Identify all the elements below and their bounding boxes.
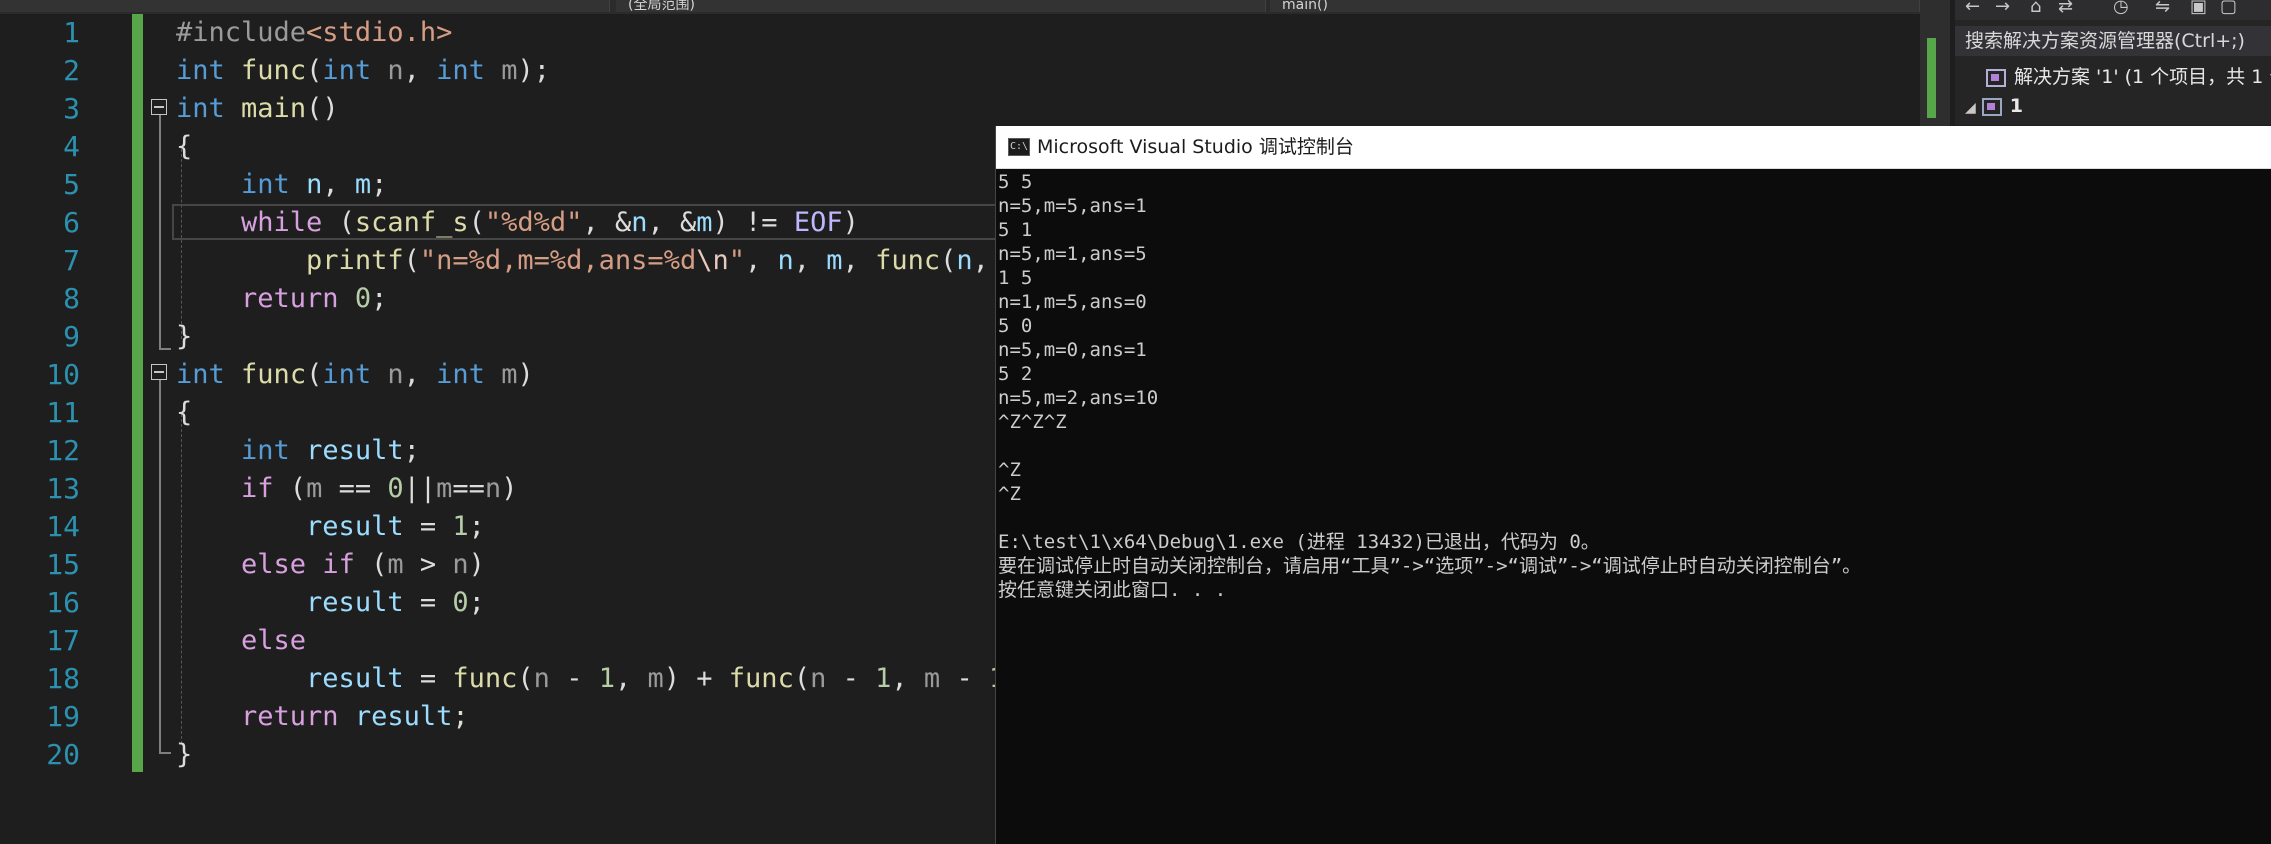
history-icon[interactable]: ◷ [2113, 0, 2129, 16]
code-line-11: { [176, 397, 193, 428]
project-label: 1 [2009, 95, 2024, 117]
line-number: 2 [63, 54, 80, 87]
console-line: 1 5 [998, 267, 1033, 289]
expand-arrow-icon[interactable]: ◢ [1965, 100, 1976, 116]
line-number: 3 [63, 92, 80, 125]
scope-label: (全局范围) [628, 0, 695, 12]
code-line-14: result = 1; [306, 511, 485, 542]
line-number: 20 [46, 738, 80, 771]
line-number: 11 [46, 396, 80, 429]
code-line-20: } [176, 739, 193, 770]
line-number: 6 [63, 206, 80, 239]
member-label: main() [1282, 0, 1328, 12]
console-title: Microsoft Visual Studio 调试控制台 [1037, 136, 1354, 158]
code-line-3: int main() [176, 93, 339, 124]
code-line-5: int n, m; [241, 169, 388, 200]
home-icon[interactable]: ⌂ [2030, 0, 2041, 16]
line-number: 18 [46, 662, 80, 695]
console-line: ^Z^Z^Z [998, 411, 1067, 433]
line-number: 19 [46, 700, 80, 733]
code-line-17: else [241, 625, 307, 656]
solution-icon [1986, 68, 2006, 87]
line-number: 14 [46, 510, 80, 543]
console-line: n=5,m=1,ans=5 [998, 243, 1147, 265]
console-line: E:\test\1\x64\Debug\1.exe (进程 13432)已退出，… [998, 531, 1600, 553]
editor-nav-bar: (全局范围) main() [0, 0, 1950, 14]
code-line-10: int func(int n, int m) [176, 359, 534, 390]
line-number-gutter: 1 2 3 4 5 6 7 8 9 10 11 12 13 14 15 16 17 18 19 20 [0, 14, 130, 844]
switch-views-icon[interactable]: ⇄ [2058, 0, 2073, 16]
code-line-4: { [176, 131, 193, 162]
line-number: 13 [46, 472, 80, 505]
change-tracking-bar [132, 14, 143, 772]
solution-search-input[interactable]: 搜索解决方案资源管理器(Ctrl+;) [1955, 26, 2271, 56]
back-icon[interactable]: ← [1965, 0, 1980, 16]
project-node[interactable]: ◢ 1 [1965, 92, 2023, 120]
line-number: 15 [46, 548, 80, 581]
code-line-15: else if (m > n) [241, 549, 485, 580]
fold-end [159, 348, 171, 350]
solution-explorer-toolbar: ← → ⌂ ⇄ ◷ ⇋ ▣ ▢ [1955, 0, 2271, 20]
code-line-13: if (m == 0||m==n) [241, 473, 518, 504]
console-line: ^Z [998, 483, 1021, 505]
line-number: 7 [63, 244, 80, 277]
console-line: 5 1 [998, 219, 1033, 241]
fold-end [159, 752, 171, 754]
code-line-9: } [176, 321, 193, 352]
scope-dropdown[interactable]: (全局范围) [616, 0, 1266, 12]
project-icon [1981, 97, 2002, 116]
console-line: n=5,m=0,ans=1 [998, 339, 1147, 361]
show-all-files-icon[interactable]: ▢ [2220, 0, 2237, 16]
fold-line [159, 380, 161, 752]
line-number: 16 [46, 586, 80, 619]
console-line: 5 5 [998, 171, 1033, 193]
code-line-12: int result; [241, 435, 420, 466]
console-line: 5 0 [998, 315, 1033, 337]
line-number: 1 [63, 16, 80, 49]
console-line: ^Z [998, 459, 1021, 481]
code-line-8: return 0; [241, 283, 388, 314]
project-dropdown[interactable] [0, 0, 610, 12]
scrollbar-thumb[interactable] [1927, 38, 1936, 118]
line-number: 9 [63, 320, 80, 353]
collapse-all-icon[interactable]: ▣ [2190, 0, 2207, 16]
solution-node[interactable]: 解决方案 '1' (1 个项目，共 1 个) [1980, 62, 2271, 92]
line-number: 5 [63, 168, 80, 201]
console-app-icon: C:\ [1008, 138, 1030, 156]
console-line: 要在调试停止时自动关闭控制台，请启用“工具”->“选项”->“调试”->“调试停… [998, 555, 1862, 577]
line-number: 12 [46, 434, 80, 467]
console-line: n=5,m=5,ans=1 [998, 195, 1147, 217]
console-line: n=1,m=5,ans=0 [998, 291, 1147, 313]
console-line: n=5,m=2,ans=10 [998, 387, 1159, 409]
debug-console-window[interactable]: C:\ Microsoft Visual Studio 调试控制台 5 5 n=… [995, 126, 2271, 844]
code-line-7: printf("n=%d,m=%d,ans=%d\n", n, m, func(… [306, 245, 1070, 276]
code-line-18: result = func(n - 1, m) + func(n - 1, m … [306, 663, 1038, 694]
line-number: 17 [46, 624, 80, 657]
code-line-2: int func(int n, int m); [176, 55, 550, 86]
console-title-bar[interactable]: C:\ Microsoft Visual Studio 调试控制台 [996, 126, 2271, 169]
solution-label: 解决方案 '1' (1 个项目，共 1 个) [2014, 66, 2271, 88]
solution-explorer-panel: ← → ⌂ ⇄ ◷ ⇋ ▣ ▢ 搜索解决方案资源管理器(Ctrl+;) 解决方案… [1955, 0, 2271, 125]
code-line-16: result = 0; [306, 587, 485, 618]
console-line: 5 2 [998, 363, 1033, 385]
line-number: 4 [63, 130, 80, 163]
fold-line [159, 115, 161, 348]
console-line: 按任意键关闭此窗口. . . [998, 579, 1227, 601]
sync-icon[interactable]: ⇋ [2155, 0, 2170, 16]
line-number: 10 [46, 358, 80, 391]
collapse-func-icon[interactable] [151, 364, 167, 380]
collapse-main-icon[interactable] [151, 99, 167, 115]
code-line-1: #include<stdio.h> [176, 17, 453, 48]
code-line-19: return result; [241, 701, 469, 732]
line-number: 8 [63, 282, 80, 315]
member-dropdown[interactable]: main() [1270, 0, 1920, 12]
forward-icon[interactable]: → [1995, 0, 2010, 16]
code-line-6: while (scanf_s("%d%d", &n, &m) != EOF) [241, 207, 859, 238]
